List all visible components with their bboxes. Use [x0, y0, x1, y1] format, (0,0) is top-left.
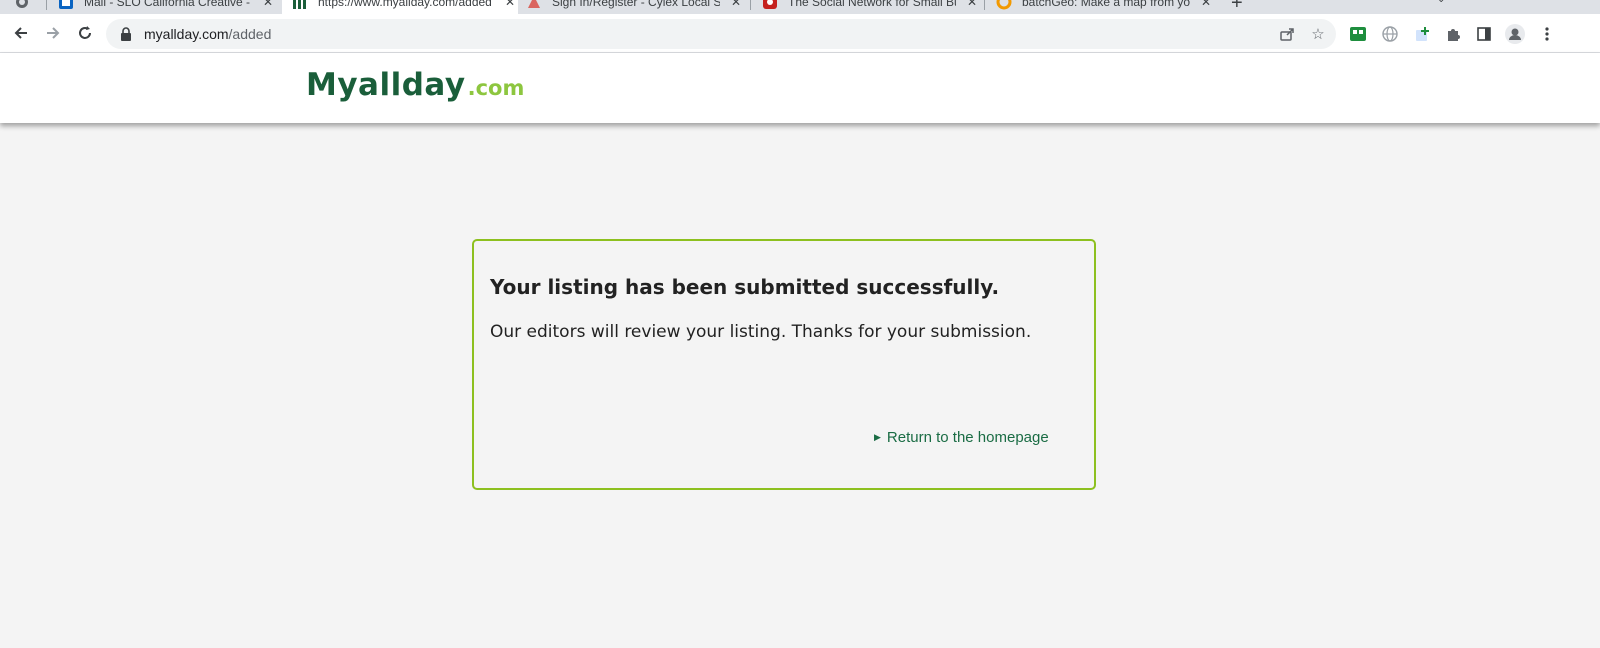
tab-separator [750, 0, 751, 10]
url-path: /added [228, 26, 272, 42]
logo-wordmark: Myallday [306, 67, 466, 103]
tab-separator [46, 0, 47, 10]
myallday-icon [292, 0, 308, 10]
tab-title: https://www.myallday.com/added [318, 0, 492, 9]
success-message: Our editors will review your listing. Th… [490, 322, 1032, 342]
cylex-icon [526, 0, 542, 10]
more-menu-icon[interactable] [1537, 24, 1557, 44]
tab-separator [984, 0, 985, 10]
close-icon[interactable]: ✕ [1198, 0, 1214, 9]
triangle-right-icon: ▶ [874, 432, 881, 442]
puzzle-icon[interactable] [1443, 24, 1463, 44]
tab-search-chevron-icon[interactable]: ⌄ [1437, 0, 1445, 5]
add-extension-icon[interactable] [1412, 24, 1432, 44]
success-heading: Your listing has been submitted successf… [490, 275, 1000, 299]
tab-mail[interactable]: Mail - SLO California Creative - O ✕ [58, 0, 276, 14]
extension-green-icon[interactable] [1348, 24, 1368, 44]
close-icon[interactable]: ✕ [260, 0, 276, 9]
batchgeo-icon [996, 0, 1012, 10]
side-panel-icon[interactable] [1474, 24, 1494, 44]
close-icon[interactable]: ✕ [964, 0, 980, 9]
reload-icon[interactable] [72, 20, 98, 46]
tab-title: Mail - SLO California Creative - O [84, 0, 252, 9]
site-logo[interactable]: Myallday .com [306, 67, 524, 103]
return-homepage-link[interactable]: ▶ Return to the homepage [874, 429, 1049, 446]
back-arrow-icon[interactable] [8, 20, 34, 46]
tab-myallday[interactable]: https://www.myallday.com/added ✕ [282, 0, 518, 14]
bookmark-star-icon[interactable]: ☆ [1309, 25, 1327, 43]
address-bar[interactable]: myallday.com/added ☆ [106, 19, 1336, 49]
outlook-icon [58, 0, 74, 10]
forward-arrow-icon[interactable] [40, 20, 66, 46]
close-icon[interactable]: ✕ [728, 0, 744, 9]
browser-toolbar: myallday.com/added ☆ [0, 14, 1600, 53]
tab-social-network[interactable]: The Social Network for Small Bus ✕ [762, 0, 980, 14]
new-tab-button[interactable]: + [1231, 0, 1243, 14]
site-header: Myallday .com [0, 53, 1600, 123]
url-host: myallday.com [144, 26, 229, 42]
logo-tld: .com [467, 76, 525, 100]
history-icon [14, 0, 30, 10]
globe-icon[interactable] [1380, 24, 1400, 44]
submission-success-panel: Your listing has been submitted successf… [472, 239, 1096, 490]
browser-tab-strip: Mail - SLO California Creative - O ✕ htt… [0, 0, 1600, 14]
social-network-icon [762, 0, 778, 10]
tab-title: Sign In/Register - Cylex Local Sea [552, 0, 720, 9]
tab-title: batchGeo: Make a map from your [1022, 0, 1190, 9]
tab-batchgeo[interactable]: batchGeo: Make a map from your ✕ [996, 0, 1214, 14]
close-icon[interactable]: ✕ [502, 0, 518, 9]
return-homepage-label: Return to the homepage [886, 429, 1049, 446]
profile-avatar-icon[interactable] [1505, 24, 1525, 44]
lock-icon[interactable] [118, 26, 134, 42]
tab-cylex[interactable]: Sign In/Register - Cylex Local Sea ✕ [526, 0, 744, 14]
share-icon[interactable] [1278, 25, 1296, 43]
url-text: myallday.com/added [144, 26, 271, 42]
tab-history[interactable] [14, 0, 40, 14]
tab-title: The Social Network for Small Bus [788, 0, 956, 9]
